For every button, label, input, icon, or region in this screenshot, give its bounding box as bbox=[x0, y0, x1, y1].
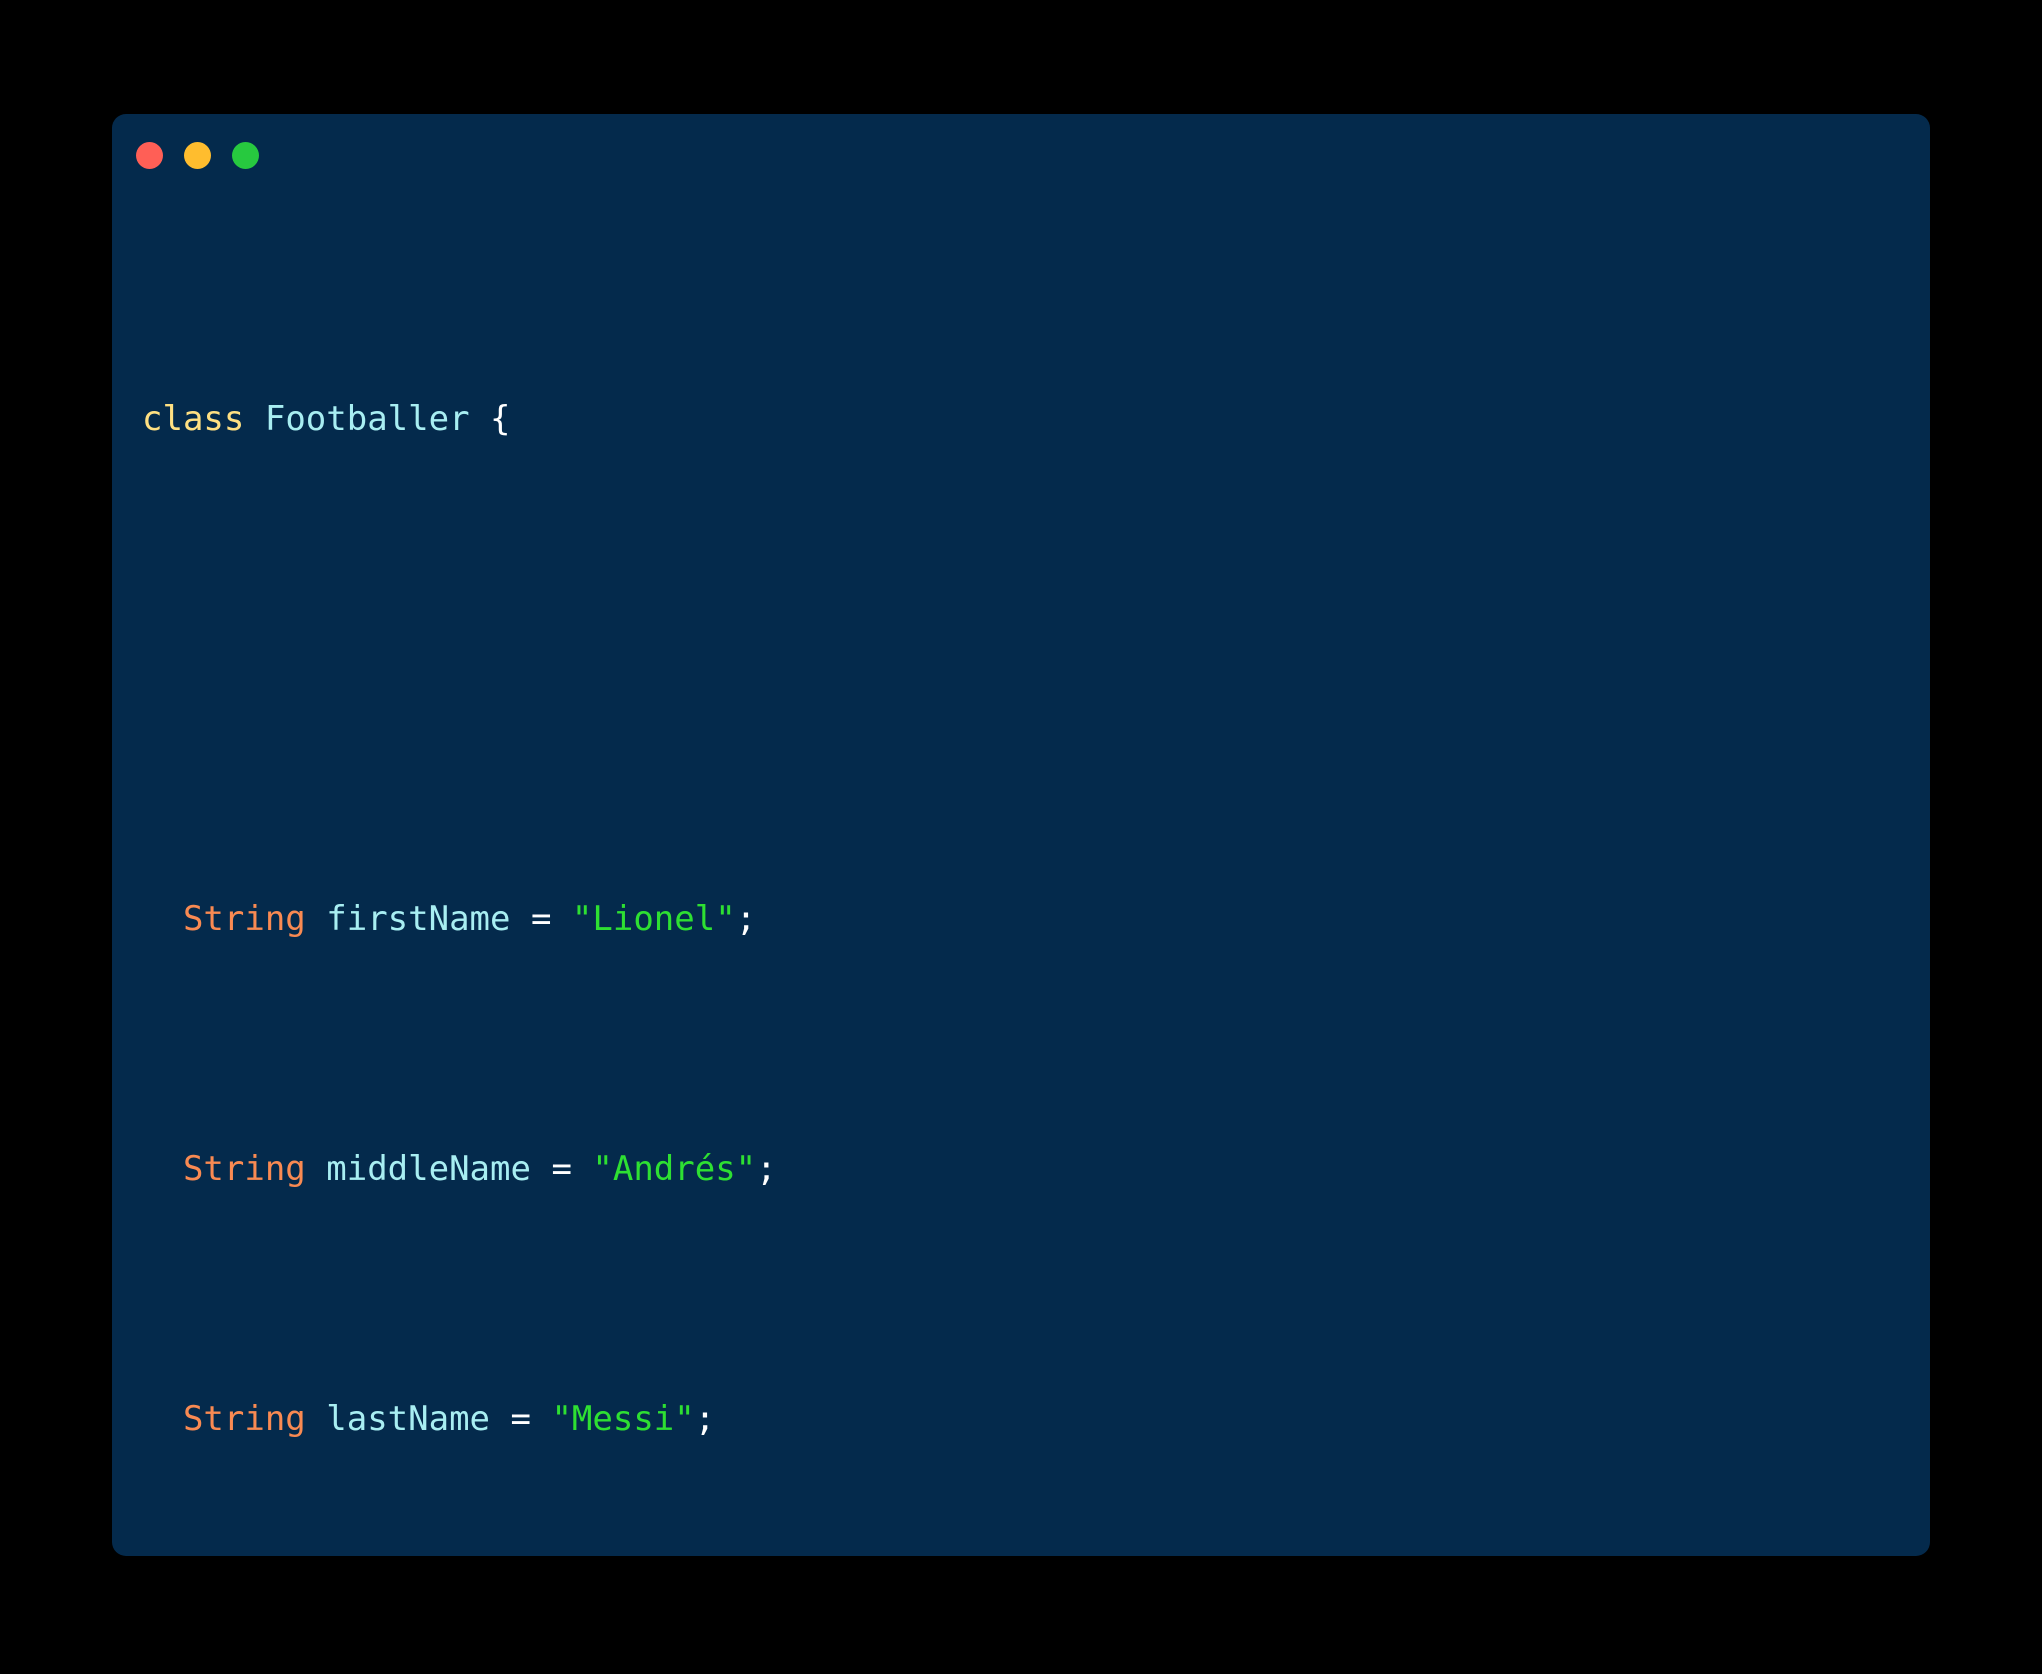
assign-operator: = bbox=[490, 1399, 552, 1439]
window-controls bbox=[136, 142, 259, 169]
code-line: String lastName = "Messi"; bbox=[142, 1394, 1930, 1444]
string-lionel: "Lionel" bbox=[571, 899, 736, 939]
semicolon: ; bbox=[735, 899, 757, 939]
string-andres: "Andrés" bbox=[592, 1149, 757, 1189]
assign-operator: = bbox=[510, 899, 572, 939]
code-line: String firstName = "Lionel"; bbox=[142, 894, 1930, 944]
code-line: class Footballer { bbox=[142, 394, 1930, 444]
type-string: String bbox=[182, 1149, 306, 1189]
var-middleName: middleName bbox=[326, 1149, 531, 1189]
code-block[interactable]: class Footballer { String firstName = "L… bbox=[142, 194, 1930, 1556]
semicolon: ; bbox=[756, 1149, 777, 1189]
code-line: String middleName = "Andrés"; bbox=[142, 1144, 1930, 1194]
type-string: String bbox=[182, 899, 306, 939]
keyword-class: class bbox=[142, 399, 245, 439]
close-window-button[interactable] bbox=[136, 142, 163, 169]
zoom-window-button[interactable] bbox=[232, 142, 259, 169]
semicolon: ; bbox=[694, 1399, 716, 1439]
brace-open: { bbox=[490, 399, 511, 439]
code-card: class Footballer { String firstName = "L… bbox=[112, 114, 1930, 1556]
string-messi: "Messi" bbox=[551, 1399, 695, 1439]
var-firstName: firstName bbox=[326, 899, 511, 939]
type-string: String bbox=[182, 1399, 306, 1439]
minimize-window-button[interactable] bbox=[184, 142, 211, 169]
var-lastName: lastName bbox=[326, 1399, 491, 1439]
assign-operator: = bbox=[530, 1149, 593, 1189]
class-name: Footballer bbox=[264, 399, 470, 439]
